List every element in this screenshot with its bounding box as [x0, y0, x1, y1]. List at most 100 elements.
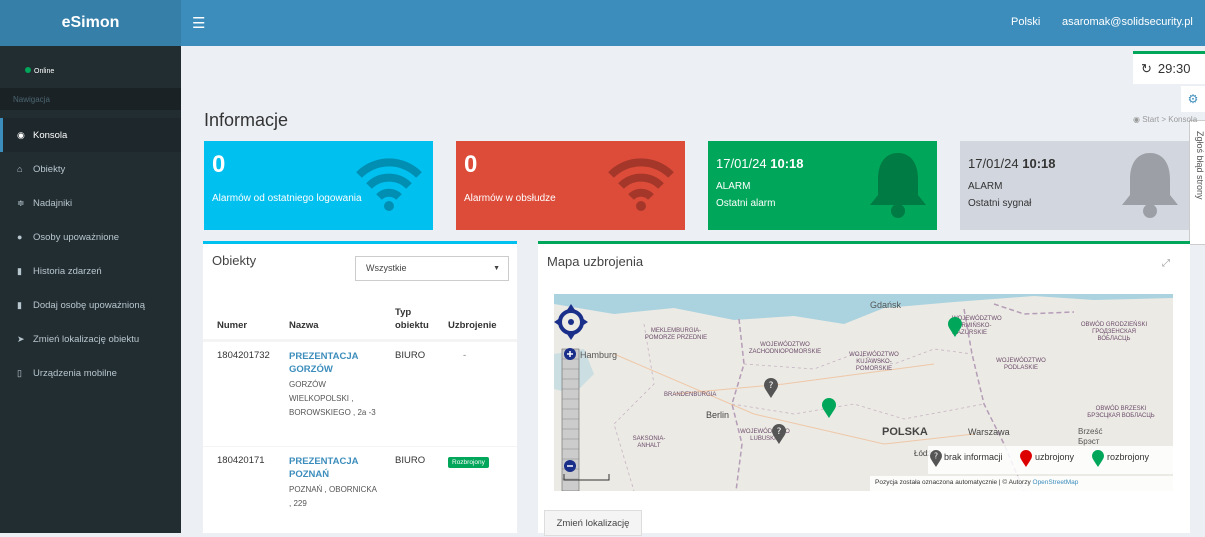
- column-header[interactable]: Uzbrojenie: [448, 320, 497, 331]
- settings-gear-icon[interactable]: ⚙: [1181, 86, 1205, 112]
- sidebar-item-label: Dodaj osobę upoważnioną: [33, 300, 145, 311]
- object-type: BIURO: [395, 455, 426, 466]
- users-icon: ●: [17, 232, 23, 242]
- marker-disarmed-icon[interactable]: [822, 398, 836, 418]
- map-label: WOJEWÓDZTWO KUJAWSKO-POMORSKIE: [849, 352, 899, 372]
- map-label: WOJEWÓDZTWO PODLASKIE: [996, 358, 1046, 371]
- marker-unknown-icon[interactable]: ?: [772, 424, 786, 444]
- status-label: Online: [34, 68, 55, 75]
- svg-text:?: ?: [934, 452, 938, 461]
- status-dot-icon: [25, 67, 31, 73]
- info-box-value: 0: [464, 151, 478, 178]
- info-box-date: 17/01/24: [968, 156, 1019, 171]
- sidebar-item-zmien-lokalizacje[interactable]: ➤ Zmień lokalizację obiektu: [0, 322, 181, 356]
- object-name-link[interactable]: PREZENTACJA POZNAŃ: [289, 455, 379, 481]
- sidebar-item-nadajniki[interactable]: ≑ Nadajniki: [0, 186, 181, 220]
- sidebar-item-dodaj-osobe[interactable]: ▮ Dodaj osobę upoważnioną: [0, 288, 181, 322]
- bell-icon: [1122, 153, 1178, 218]
- legend-label-none: brak informacji: [944, 452, 1003, 462]
- status-badge: Rozbrojony: [448, 457, 489, 468]
- map-label: Hamburg: [580, 350, 618, 360]
- objects-panel-title: Obiekty: [212, 253, 257, 268]
- openstreetmap-link[interactable]: OpenStreetMap: [1033, 479, 1079, 486]
- column-header[interactable]: Nazwa: [289, 320, 319, 331]
- map-legend: ? brak informacji uzbrojony rozbrojony: [928, 446, 1173, 474]
- info-box-label: Ostatni sygnał: [968, 198, 1032, 209]
- svg-text:?: ?: [769, 381, 774, 391]
- object-name-cell: PREZENTACJA POZNAŃ POZNAŃ , OBORNICKA , …: [289, 455, 379, 511]
- map-label: WOJEWÓDZTWO WARMIŃSKO-MAZURSKIE: [952, 316, 1002, 336]
- object-address: POZNAŃ , OBORNICKA , 229: [289, 485, 377, 508]
- info-box-last-signal: 17/01/24 10:18 ALARM Ostatni sygnał: [960, 141, 1189, 230]
- info-box-label: Ostatni alarm: [716, 198, 776, 209]
- breadcrumb-start[interactable]: Start: [1142, 115, 1159, 124]
- map-label: SAKSONIA-ANHALT: [632, 436, 666, 449]
- info-box-datetime: 17/01/24 10:18: [716, 156, 803, 171]
- object-type: BIURO: [395, 350, 426, 361]
- info-box-last-alarm: 17/01/24 10:18 ALARM Ostatni alarm: [708, 141, 937, 230]
- report-bug-tab[interactable]: Zgłoś błąd strony: [1189, 120, 1205, 245]
- refresh-icon: ↻: [1141, 61, 1152, 76]
- sidebar-item-urzadzenia[interactable]: ▯ Urządzenia mobilne: [0, 356, 181, 390]
- column-header[interactable]: Numer: [217, 320, 247, 331]
- menu-toggle-icon[interactable]: ☰: [192, 14, 205, 32]
- map-label: MEKLEMBURGIA-POMORZE PRZEDNIE: [644, 328, 708, 341]
- wifi-icon: [608, 158, 674, 211]
- object-number: 1804201732: [217, 350, 270, 361]
- user-status: Online: [25, 67, 54, 75]
- map-label: WOJEWÓDZTWO LUBUSKIE: [740, 429, 790, 442]
- map-panel: Mapa uzbrojenia ⤢ Gdańsk WOJEWÓDZTWO WAR…: [538, 241, 1190, 536]
- marker-disarmed-icon[interactable]: [948, 317, 962, 337]
- info-box-label: Alarmów w obsłudze: [464, 193, 556, 204]
- expand-icon[interactable]: ⤢: [1162, 258, 1170, 269]
- column-header[interactable]: Typ obiektu: [395, 306, 435, 332]
- session-timer[interactable]: ↻ 29:30: [1133, 51, 1205, 84]
- sidebar-item-historia[interactable]: ▮ Historia zdarzeń: [0, 254, 181, 288]
- logo[interactable]: eSimon: [0, 0, 181, 46]
- map-label: Berlin: [706, 410, 730, 420]
- change-location-button[interactable]: Zmień lokalizację: [544, 510, 642, 536]
- info-box-alarms-in-progress: 0 Alarmów w obsłudze: [456, 141, 685, 230]
- map-label: BRANDENBURGIA: [664, 392, 717, 398]
- info-box-label: Alarmów od ostatniego logowania: [212, 193, 362, 204]
- home-icon: ◉: [1133, 115, 1140, 124]
- info-box-time: 10:18: [1022, 156, 1056, 171]
- wifi-icon: [356, 158, 422, 211]
- marker-unknown-icon[interactable]: ?: [764, 378, 778, 398]
- map-attribution: Pozycja została oznaczona automatycznie …: [870, 476, 1173, 491]
- book-icon: ▮: [17, 266, 22, 276]
- marker-disarmed-icon: [1092, 450, 1104, 467]
- svg-text:?: ?: [777, 427, 782, 437]
- language-selector[interactable]: Polski: [1011, 16, 1040, 28]
- sidebar-item-label: Urządzenia mobilne: [33, 368, 117, 379]
- sidebar-item-label: Osoby upoważnione: [33, 232, 120, 243]
- timer-value: 29:30: [1157, 61, 1191, 76]
- sidebar-item-konsola[interactable]: ◉ Konsola: [0, 118, 181, 152]
- user-menu[interactable]: asaromak@solidsecurity.pl: [1062, 16, 1193, 28]
- object-number: 180420171: [217, 455, 265, 466]
- caret-down-icon: ▼: [493, 265, 500, 272]
- info-box-time: 10:18: [770, 156, 804, 171]
- info-box-type: ALARM: [968, 181, 1003, 192]
- info-box-date: 17/01/24: [716, 156, 767, 171]
- breadcrumb: ◉ Start > Konsola: [1133, 115, 1198, 124]
- map-label: Gdańsk: [870, 300, 902, 310]
- breadcrumb-current: Konsola: [1168, 115, 1198, 124]
- book-icon: ▮: [17, 300, 22, 310]
- object-address: GORZÓW WIELKOPOLSKI , BOROWSKIEGO , 2a -…: [289, 380, 376, 417]
- location-arrow-icon: ➤: [17, 334, 25, 344]
- rss-icon: ≑: [17, 198, 25, 208]
- sidebar-item-obiekty[interactable]: ⌂ Obiekty: [0, 152, 181, 186]
- object-filter-select[interactable]: Wszystkie ▼: [355, 256, 509, 281]
- table-row[interactable]: 1804201732 PREZENTACJA GORZÓW GORZÓW WIE…: [203, 341, 517, 446]
- map-label: Warszawa: [968, 427, 1010, 437]
- object-name-link[interactable]: PREZENTACJA GORZÓW: [289, 350, 379, 376]
- sidebar-item-osoby[interactable]: ● Osoby upoważnione: [0, 220, 181, 254]
- table-row[interactable]: 180420171 PREZENTACJA POZNAŃ POZNAŃ , OB…: [203, 446, 517, 536]
- dashboard-icon: ◉: [17, 130, 25, 140]
- filter-value: Wszystkie: [366, 263, 407, 273]
- sidebar-item-label: Historia zdarzeń: [33, 266, 102, 277]
- map-panel-title: Mapa uzbrojenia: [547, 254, 644, 269]
- map-view[interactable]: Gdańsk WOJEWÓDZTWO WARMIŃSKO-MAZURSKIE O…: [554, 294, 1173, 491]
- objects-table-header: Numer Nazwa Typ obiektu Uzbrojenie: [203, 301, 517, 341]
